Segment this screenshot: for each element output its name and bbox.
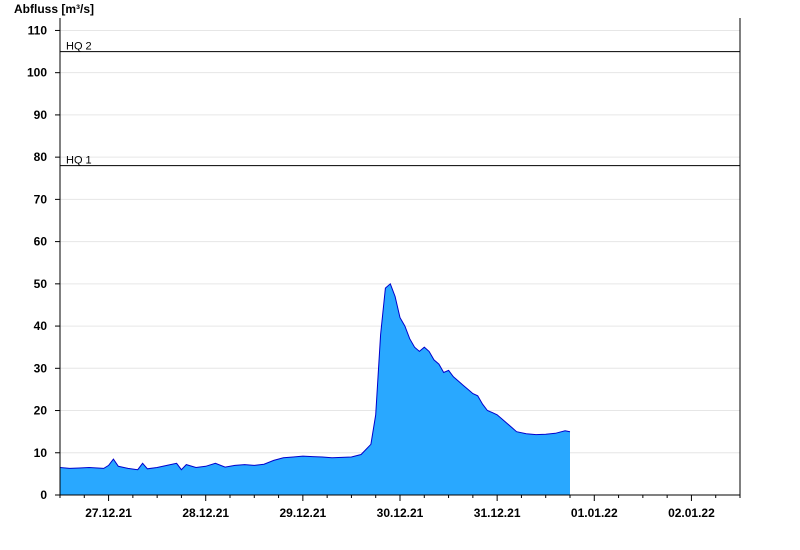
series-discharge bbox=[59, 282, 571, 495]
series-area bbox=[60, 283, 570, 495]
x-tick-label: 02.01.22 bbox=[668, 506, 715, 520]
threshold-label: HQ 2 bbox=[66, 41, 92, 53]
x-tick-label: 27.12.21 bbox=[85, 506, 132, 520]
y-axis-title: Abfluss [m³/s] bbox=[14, 2, 94, 16]
y-tick-label: 90 bbox=[34, 108, 48, 122]
y-tick-label: 10 bbox=[34, 446, 48, 460]
x-tick-label: 28.12.21 bbox=[182, 506, 229, 520]
y-tick-labels: 0 10 20 30 40 50 60 70 80 90 100 110 bbox=[27, 23, 47, 502]
y-tick-label: 110 bbox=[28, 23, 48, 37]
y-tick-label: 40 bbox=[34, 319, 48, 333]
x-tick-label: 31.12.21 bbox=[474, 506, 521, 520]
threshold-label: HQ 1 bbox=[66, 155, 92, 167]
y-tick-label: 70 bbox=[34, 192, 48, 206]
x-tick-labels: 27.12.21 28.12.21 29.12.21 30.12.21 31.12.21… bbox=[85, 506, 715, 520]
x-tick-label: 30.12.21 bbox=[377, 506, 424, 520]
y-tick-label: 50 bbox=[34, 277, 48, 291]
y-tick-label: 100 bbox=[27, 66, 47, 80]
threshold-lines: HQ 2 HQ 1 bbox=[60, 41, 740, 167]
y-tick-label: 30 bbox=[34, 361, 48, 375]
y-tick-label: 80 bbox=[34, 150, 48, 164]
y-tick-label: 0 bbox=[40, 488, 47, 502]
x-tick-label: 29.12.21 bbox=[279, 506, 326, 520]
x-tick-label: 01.01.22 bbox=[571, 506, 618, 520]
y-tick-label: 60 bbox=[34, 235, 48, 249]
y-tick-label: 20 bbox=[34, 404, 48, 418]
discharge-chart: Abfluss [m³/s] HQ 2 HQ 1 0 10 20 30 40 50 60 70 8… bbox=[14, 2, 741, 520]
